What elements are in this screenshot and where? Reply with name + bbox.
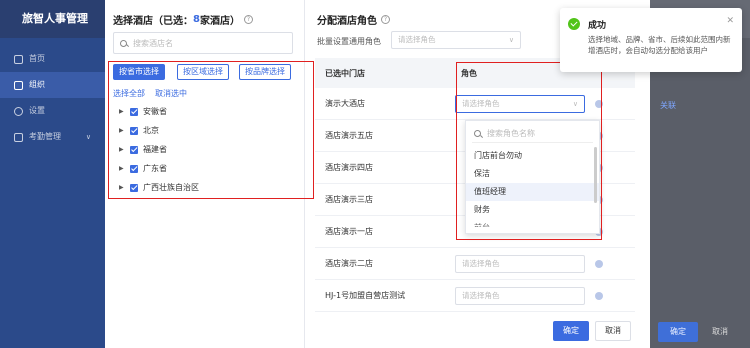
select-placeholder: 请选择角色 bbox=[398, 35, 436, 44]
close-icon[interactable]: ✕ bbox=[726, 16, 734, 26]
org-icon bbox=[14, 80, 23, 90]
success-check-icon bbox=[568, 18, 580, 30]
hotel-select-title: 选择酒店（已选： 8 家酒店） ? bbox=[113, 12, 253, 27]
store-name: 酒店演示五店 bbox=[325, 131, 373, 140]
store-name: HJ-1号加盟自营店测试 bbox=[325, 291, 406, 300]
help-icon[interactable]: ? bbox=[381, 15, 390, 24]
role-select[interactable]: 请选择角色 bbox=[455, 286, 585, 305]
remove-row-icon[interactable] bbox=[595, 291, 603, 300]
title-suffix: 家酒店） bbox=[199, 16, 240, 27]
title-prefix: 选择酒店（已选： bbox=[113, 16, 193, 27]
select-placeholder: 请选择角色 bbox=[462, 290, 500, 300]
store-name: 酒店演示二店 bbox=[325, 259, 373, 268]
background-confirm-button[interactable]: 确定 bbox=[658, 322, 698, 342]
sidebar-item-attendance[interactable]: 考勤管理 ∨ bbox=[0, 124, 105, 150]
chevron-down-icon: ∨ bbox=[85, 133, 91, 141]
app-title: 旅智人事管理 bbox=[0, 0, 105, 38]
search-placeholder: 搜索酒店名 bbox=[133, 38, 173, 48]
select-placeholder: 请选择角色 bbox=[462, 258, 500, 268]
role-assign-title: 分配酒店角色 ? bbox=[317, 12, 390, 27]
title-text: 分配酒店角色 bbox=[317, 16, 377, 27]
cancel-button[interactable]: 取消 bbox=[595, 321, 631, 341]
store-name: 酒店演示三店 bbox=[325, 195, 373, 204]
gear-icon bbox=[14, 106, 23, 116]
table-row: 酒店演示二店 请选择角色 bbox=[315, 248, 635, 280]
search-icon bbox=[120, 39, 127, 47]
toast-message: 选择地域、品牌、省市、后续如此范围内新增酒店时，会自动勾选分配给该用户 bbox=[588, 35, 731, 55]
sidebar-item-label: 设置 bbox=[29, 106, 45, 115]
store-name: 酒店演示一店 bbox=[325, 227, 373, 236]
sidebar-item-label: 组织 bbox=[29, 80, 45, 89]
highlight-box-left bbox=[108, 61, 314, 199]
sidebar-item-label: 考勤管理 bbox=[29, 132, 61, 141]
store-name: 演示大酒店 bbox=[325, 99, 365, 108]
table-row: HJ-1号加盟自营店测试 请选择角色 bbox=[315, 280, 635, 312]
home-icon bbox=[14, 54, 23, 64]
background-cancel-button[interactable]: 取消 bbox=[700, 322, 740, 342]
background-link[interactable]: 关联 bbox=[660, 100, 676, 111]
sidebar: 旅智人事管理 首页 组织 设置 考勤管理 ∨ bbox=[0, 0, 105, 348]
store-name: 酒店演示四店 bbox=[325, 163, 373, 172]
selected-count: 8 bbox=[193, 14, 200, 25]
sidebar-item-org[interactable]: 组织 bbox=[0, 72, 105, 98]
sidebar-item-settings[interactable]: 设置 bbox=[0, 98, 105, 124]
confirm-button[interactable]: 确定 bbox=[553, 321, 589, 341]
role-select[interactable]: 请选择角色 bbox=[455, 254, 585, 273]
column-header-store: 已选中门店 bbox=[325, 68, 365, 78]
highlight-box-right bbox=[456, 62, 602, 240]
chevron-down-icon: ∨ bbox=[508, 36, 514, 44]
remove-row-icon[interactable] bbox=[595, 259, 603, 268]
sidebar-item-label: 首页 bbox=[29, 54, 45, 63]
attendance-icon bbox=[14, 132, 23, 142]
sidebar-item-home[interactable]: 首页 bbox=[0, 46, 105, 72]
toast-title: 成功 bbox=[588, 21, 607, 31]
success-toast: 成功 ✕ 选择地域、品牌、省市、后续如此范围内新增酒店时，会自动勾选分配给该用户 bbox=[560, 8, 742, 72]
batch-role-select[interactable]: 请选择角色 ∨ bbox=[391, 31, 521, 49]
hotel-search-input[interactable]: 搜索酒店名 bbox=[113, 32, 293, 54]
help-icon[interactable]: ? bbox=[243, 15, 253, 24]
batch-role-label: 批量设置通用角色 bbox=[317, 37, 381, 46]
